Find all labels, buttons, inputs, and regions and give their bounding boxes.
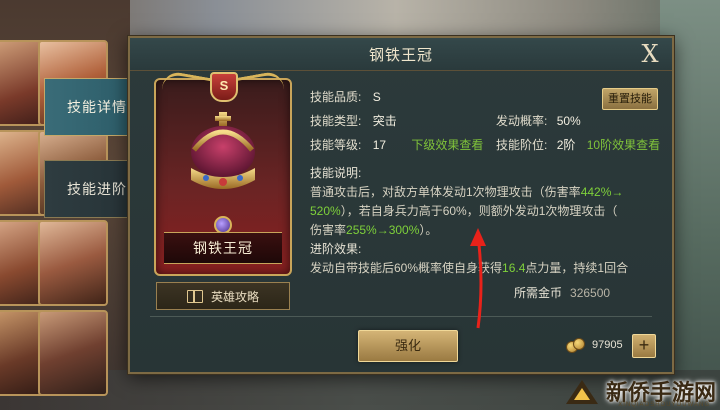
enhance-button[interactable]: 强化 [358,330,458,362]
description-title: 技能说明: [310,166,362,180]
watermark-logo-icon [565,380,598,404]
description-text: ），若自身兵力高于60%，则额外发动1次物理攻击（ [340,204,618,218]
rate-row: 发动概率: 50% [496,112,581,130]
skill-card: S 钢铁王冠 [154,69,292,276]
crown-icon [191,112,255,189]
gold-balance: 97905 [566,338,623,353]
level-row: 技能等级: 17 下级效果查看 [310,136,483,154]
dialog-title: 钢铁王冠 [368,47,433,64]
rank-label: 技能阶位: [496,138,548,152]
watermark-subtext: XINQIAOSHOUYOUWANG [618,402,710,408]
damage-rate-highlight: 442%→ [580,185,624,199]
hero-guide-button[interactable]: 英雄攻略 [156,282,290,310]
grade-badge: S [210,72,238,102]
type-row: 技能类型: 突击 [310,112,397,130]
wing-ornament-icon [234,69,284,102]
hero-portrait[interactable] [38,220,108,306]
cost-value: 326500 [570,286,611,300]
next-level-effect-link[interactable]: 下级效果查看 [411,138,483,152]
hero-portrait[interactable] [38,310,108,396]
rank-value: 2阶 [556,138,576,152]
coin-icon [566,338,586,353]
watermark: 新侨手游网 XINQIAOSHOUYOUWANG [562,374,716,408]
description-line-2: 520%），若自身兵力高于60%，则额外发动1次物理攻击（ [310,202,656,221]
description-text: 普通攻击后，对敌方单体发动1次物理攻击（伤害率 [310,185,581,199]
description-text: ）。 [419,223,438,237]
red-arrow-annotation [470,228,486,329]
quality-value: S [372,90,381,104]
damage-rate-highlight: 255%→300% [346,223,420,237]
add-gold-button[interactable]: + [632,334,656,358]
type-value: 突击 [372,114,397,128]
gold-amount: 97905 [592,339,623,351]
skill-dialog: 钢铁王冠 X S 钢铁王冠 英雄攻略 技能品质: S 重置技能 技能类型: 突击… [128,36,674,374]
gold-cost-row: 所需金币 326500 [514,284,610,301]
rank10-effect-link[interactable]: 10阶效果查看 [587,138,660,152]
quality-label: 技能品质: [310,90,362,104]
level-value: 17 [372,138,387,152]
description-line-1: 普通攻击后，对敌方单体发动1次物理攻击（伤害率442%→ [310,183,656,202]
type-label: 技能类型: [310,114,362,128]
rank-row: 技能阶位: 2阶 10阶效果查看 [496,136,660,154]
card-name: 钢铁王冠 [164,232,282,264]
level-label: 技能等级: [310,138,362,152]
divider [150,316,652,317]
description-text: 伤害率 [310,223,347,237]
close-button[interactable]: X [636,40,664,68]
dialog-header: 钢铁王冠 X [130,38,672,71]
hero-guide-label: 英雄攻略 [210,289,259,304]
damage-rate-highlight: 520% [310,204,341,218]
advance-text: 点力量，持续1回合 [525,261,629,275]
quality-row: 技能品质: S [310,88,381,106]
wing-ornament-icon [162,69,212,102]
rate-value: 50% [556,114,581,128]
rate-label: 发动概率: [496,114,548,128]
reset-skill-button[interactable]: 重置技能 [602,88,658,110]
book-icon [186,289,203,303]
